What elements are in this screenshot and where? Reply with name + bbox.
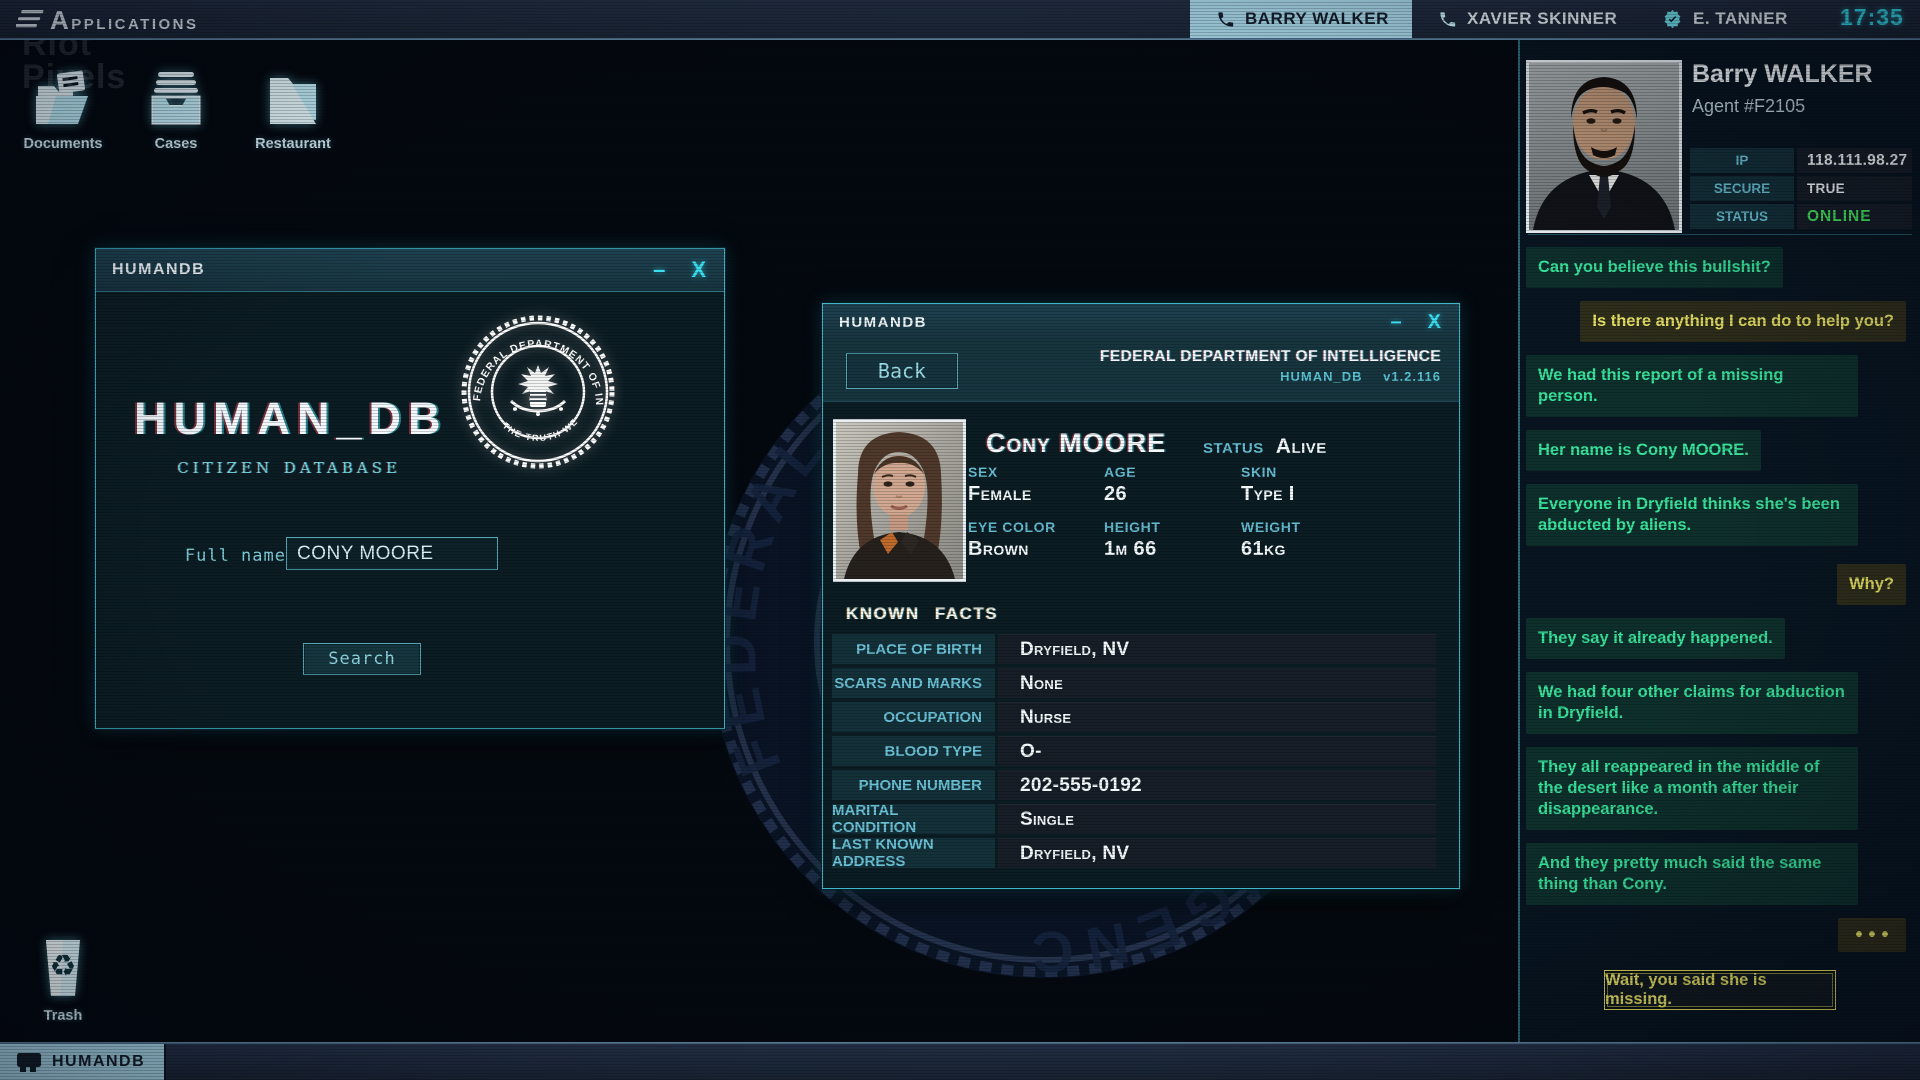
- chat-bubble-incoming: We had this report of a missing person.: [1526, 355, 1858, 417]
- contact-tab-xavier-skinner[interactable]: XAVIER SKINNER: [1414, 0, 1636, 38]
- minimize-button[interactable]: –: [653, 259, 665, 281]
- stat-height: HEIGHT 1m 66: [1104, 519, 1241, 561]
- humandb-search-window: HUMANDB – X HUMAN_DB Citizen Database FE…: [95, 248, 725, 729]
- chat-message-list: Can you believe this bullshit? Is there …: [1526, 247, 1906, 952]
- chat-bubble-incoming: Everyone in Dryfield thinks she's been a…: [1526, 484, 1858, 546]
- humandb-profile-window: HUMANDB – X Back FEDERAL DEPARTMENT OF I…: [822, 303, 1460, 889]
- full-name-input[interactable]: [286, 537, 498, 570]
- sidebar-contact-subtitle: Agent #F2105: [1692, 96, 1805, 117]
- cony-moore-photo: [833, 419, 966, 582]
- full-name-label: Full name: [166, 546, 286, 566]
- back-button[interactable]: Back: [846, 353, 958, 389]
- close-button[interactable]: X: [691, 259, 706, 281]
- eagle-emblem: [511, 365, 565, 416]
- contact-name: BARRY WALKER: [1245, 9, 1389, 29]
- app-title: HUMAN_DB: [134, 393, 444, 445]
- sidebar-contact-name: Barry WALKER: [1692, 60, 1873, 89]
- desktop-icon-restaurant[interactable]: Restaurant: [247, 70, 339, 152]
- table-row: BLOOD TYPE O-: [832, 736, 1436, 766]
- barry-walker-photo: [1526, 60, 1682, 233]
- stat-skin: SKIN Type I: [1241, 464, 1438, 506]
- chat-bubble-incoming: And they pretty much said the same thing…: [1526, 843, 1858, 905]
- contact-tab-barry-walker[interactable]: BARRY WALKER: [1190, 0, 1412, 38]
- org-name: FEDERAL DEPARTMENT OF INTELLIGENCE: [1100, 348, 1441, 366]
- fdi-seal-icon: FEDERAL DEPARTMENT OF INTELLIGENCE THE T…: [459, 313, 617, 471]
- phone-icon: [1216, 10, 1235, 29]
- person-name: Cony MOORE: [986, 428, 1166, 459]
- verified-badge-icon: [1662, 9, 1683, 30]
- inbox-tray-icon: [147, 70, 205, 126]
- taskbar-item-label: HUMANDB: [52, 1053, 145, 1071]
- table-row: MARITAL CONDITION Single: [832, 804, 1436, 834]
- known-facts-title: KNOWN FACTS: [846, 604, 998, 624]
- minimize-button[interactable]: –: [1391, 312, 1402, 332]
- table-row: PHONE NUMBER 202-555-0192: [832, 770, 1436, 800]
- status-value: Alive: [1276, 435, 1327, 459]
- table-row: OCCUPATION Nurse: [832, 702, 1436, 732]
- divider: [1528, 234, 1912, 235]
- chat-sidebar: Barry WALKER Agent #F2105 IP 118.111.98.…: [1518, 38, 1920, 1042]
- typing-indicator: •••: [1838, 918, 1906, 952]
- trash-recycle-icon: ♻: [37, 938, 89, 998]
- table-row: SCARS AND MARKS None: [832, 668, 1436, 698]
- clock: 17:35: [1840, 4, 1904, 31]
- applications-menu-icon[interactable]: [16, 8, 44, 30]
- taskbar: HUMANDB: [0, 1042, 1920, 1080]
- desktop-icon-trash[interactable]: ♻ Trash: [17, 938, 109, 1024]
- chat-bubble-incoming: They all reappeared in the middle of the…: [1526, 747, 1858, 830]
- table-row: IP 118.111.98.27: [1690, 148, 1912, 173]
- known-facts-table: PLACE OF BIRTH Dryfield, NV SCARS AND MA…: [832, 634, 1436, 868]
- folder-icon: [264, 70, 322, 126]
- table-row: STATUS ONLINE: [1690, 204, 1912, 229]
- chat-bubble-incoming: Can you believe this bullshit?: [1526, 247, 1783, 288]
- person-stats: SEX Female AGE 26 SKIN Type I EYE COLOR …: [968, 464, 1438, 561]
- window-title: HUMANDB: [96, 261, 205, 279]
- table-row: PLACE OF BIRTH Dryfield, NV: [832, 634, 1436, 664]
- chat-bubble-incoming: Her name is Cony MOORE.: [1526, 430, 1761, 471]
- desktop-icon-label: Restaurant: [247, 136, 339, 152]
- status-label: STATUS: [1203, 440, 1264, 457]
- window-titlebar[interactable]: HUMANDB – X: [96, 249, 724, 292]
- chat-bubble-incoming: We had four other claims for abduction i…: [1526, 672, 1858, 734]
- desktop-icon-cases[interactable]: Cases: [130, 70, 222, 152]
- dialogue-reply-option[interactable]: Wait, you said she is missing.: [1604, 970, 1836, 1010]
- desktop-icon-label: Cases: [130, 136, 222, 152]
- stat-eye-color: EYE COLOR Brown: [968, 519, 1104, 561]
- chat-bubble-outgoing: Why?: [1837, 564, 1906, 605]
- profile-header: Back FEDERAL DEPARTMENT OF INTELLIGENCE …: [823, 340, 1459, 402]
- window-titlebar[interactable]: HUMANDB – X: [823, 304, 1459, 341]
- chat-bubble-incoming: They say it already happened.: [1526, 618, 1785, 659]
- stat-sex: SEX Female: [968, 464, 1104, 506]
- contact-name: XAVIER SKINNER: [1467, 9, 1617, 29]
- svg-text:♻: ♻: [50, 949, 77, 984]
- contact-tab-e-tanner[interactable]: E. TANNER: [1642, 0, 1808, 38]
- applications-menu-label[interactable]: Applications: [50, 5, 199, 36]
- chat-bubble-outgoing: Is there anything I can do to help you?: [1580, 301, 1906, 342]
- stat-age: AGE 26: [1104, 464, 1241, 506]
- org-block: FEDERAL DEPARTMENT OF INTELLIGENCE HUMAN…: [1100, 348, 1441, 384]
- table-row: LAST KNOWN ADDRESS Dryfield, NV: [832, 838, 1436, 868]
- phone-icon: [1438, 10, 1457, 29]
- desktop-icon-label: Documents: [17, 136, 109, 152]
- connection-info-table: IP 118.111.98.27 SECURE TRUE STATUS ONLI…: [1690, 148, 1912, 229]
- app-version: v1.2.116: [1383, 369, 1441, 384]
- humandb-app-icon: [16, 1051, 42, 1073]
- window-title: HUMANDB: [823, 314, 927, 331]
- stat-weight: WEIGHT 61kg: [1241, 519, 1438, 561]
- search-button[interactable]: Search: [303, 643, 421, 675]
- app-name: HUMAN_DB: [1280, 369, 1362, 384]
- game-desktop: FEDERAL DEPARTMENT OF INTELLIGENCE ★ ★ ★…: [0, 0, 1920, 1080]
- contact-name: E. TANNER: [1693, 9, 1788, 29]
- top-bar: Applications BARRY WALKER XAVIER SKINNER…: [0, 0, 1920, 40]
- desktop-icon-label: Trash: [17, 1008, 109, 1024]
- taskbar-item-humandb[interactable]: HUMANDB: [0, 1044, 166, 1080]
- app-subtitle: Citizen Database: [134, 454, 444, 478]
- close-button[interactable]: X: [1428, 312, 1441, 332]
- table-row: SECURE TRUE: [1690, 176, 1912, 201]
